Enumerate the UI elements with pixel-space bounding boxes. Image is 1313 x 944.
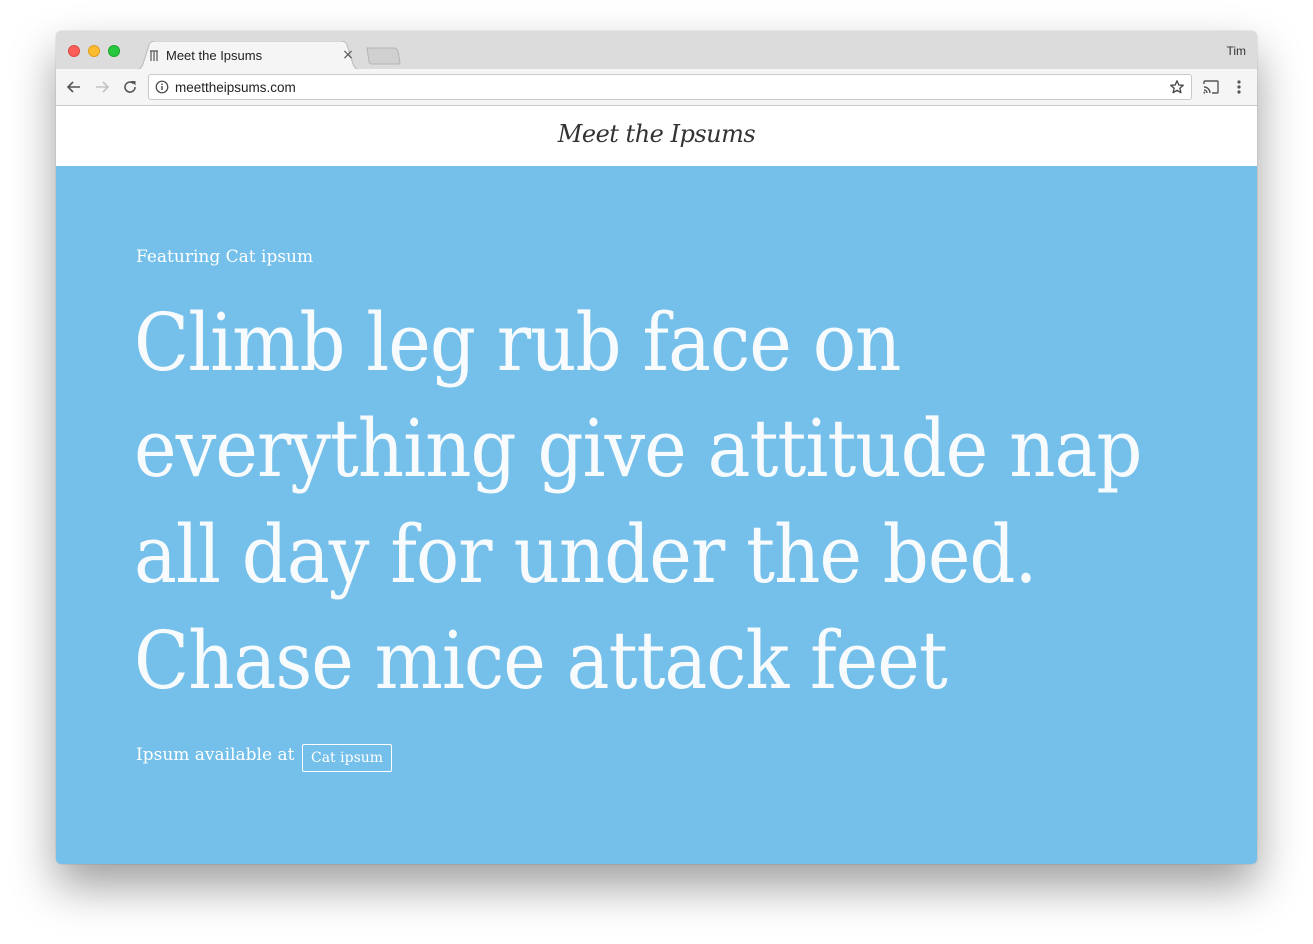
site-info-icon[interactable] <box>155 80 169 94</box>
url-text[interactable]: meettheipsums.com <box>175 80 296 95</box>
bookmark-star-icon[interactable] <box>1169 79 1185 95</box>
featuring-label: Featuring Cat ipsum <box>136 247 314 267</box>
maximize-window-button[interactable] <box>108 45 120 57</box>
profile-name[interactable]: Tim <box>1226 44 1246 58</box>
site-logo[interactable]: Meet the Ipsums <box>56 120 1257 148</box>
hero-section: Featuring Cat ipsum Climb leg rub face o… <box>56 166 1257 864</box>
ipsum-quote: Climb leg rub face on everything give at… <box>134 296 1142 707</box>
back-arrow-icon[interactable] <box>65 78 83 96</box>
minimize-window-button[interactable] <box>88 45 100 57</box>
title-bar: Meet the Ipsums × Tim <box>56 31 1257 70</box>
tab-close-icon[interactable]: × <box>342 48 354 62</box>
site-header: Meet the Ipsums <box>56 106 1257 166</box>
new-tab-button[interactable] <box>366 47 402 65</box>
cast-icon[interactable] <box>1202 78 1220 96</box>
browser-tab[interactable]: Meet the Ipsums × <box>134 41 362 70</box>
browser-toolbar: meettheipsums.com <box>56 69 1257 106</box>
browser-window: Meet the Ipsums × Tim meettheipsums.com <box>56 31 1257 864</box>
available-label: Ipsum available at <box>136 745 295 765</box>
menu-dots-icon[interactable] <box>1230 78 1248 96</box>
cat-ipsum-link[interactable]: Cat ipsum <box>302 744 393 772</box>
tab-title: Meet the Ipsums <box>166 48 263 63</box>
reload-icon[interactable] <box>121 78 139 96</box>
favicon-icon <box>150 50 158 61</box>
close-window-button[interactable] <box>68 45 80 57</box>
address-bar[interactable]: meettheipsums.com <box>148 74 1192 100</box>
forward-arrow-icon[interactable] <box>93 78 111 96</box>
